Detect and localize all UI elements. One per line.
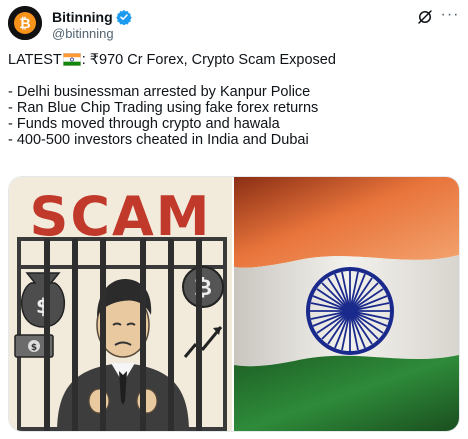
headline-suffix: : ₹970 Cr Forex, Crypto Scam Exposed	[81, 52, 336, 68]
bitcoin-coin-icon: ₿	[182, 266, 224, 308]
tweet-headline: LATEST : ₹970 Cr Forex, Crypto Scam Expos…	[8, 52, 460, 68]
grok-icon[interactable]	[416, 8, 434, 26]
bullet-item: - 400-500 investors cheated in India and…	[8, 132, 309, 148]
tweet-header: ₿ Bitinning @bitinning ···	[8, 6, 460, 42]
tweet-media[interactable]: SCAM $ ₿ $	[8, 176, 460, 432]
svg-text:₿: ₿	[19, 16, 30, 32]
tweet-text: LATEST : ₹970 Cr Forex, Crypto Scam Expos…	[8, 52, 460, 148]
india-flag-icon	[62, 53, 81, 66]
author-name-row: Bitinning	[52, 9, 132, 25]
bullet-item: - Ran Blue Chip Trading using fake forex…	[8, 100, 319, 116]
india-flag-image[interactable]	[234, 177, 459, 431]
money-bag-icon: $	[20, 272, 66, 328]
bitcoin-avatar-icon[interactable]: ₿	[8, 6, 42, 40]
svg-text:$: $	[31, 343, 37, 353]
author-handle[interactable]: @bitinning	[52, 26, 114, 41]
bullet-item: - Funds moved through crypto and hawala	[8, 116, 280, 132]
headline-prefix: LATEST	[8, 52, 62, 68]
ashoka-chakra-icon	[306, 267, 394, 355]
rising-chart-icon	[183, 326, 223, 358]
author-display-name[interactable]: Bitinning	[52, 9, 113, 25]
bullet-item: - Delhi businessman arrested by Kanpur P…	[8, 84, 311, 100]
verified-badge-icon	[115, 10, 132, 25]
more-options-icon[interactable]: ···	[440, 6, 460, 26]
scam-illustration[interactable]: SCAM $ ₿ $	[9, 177, 234, 431]
